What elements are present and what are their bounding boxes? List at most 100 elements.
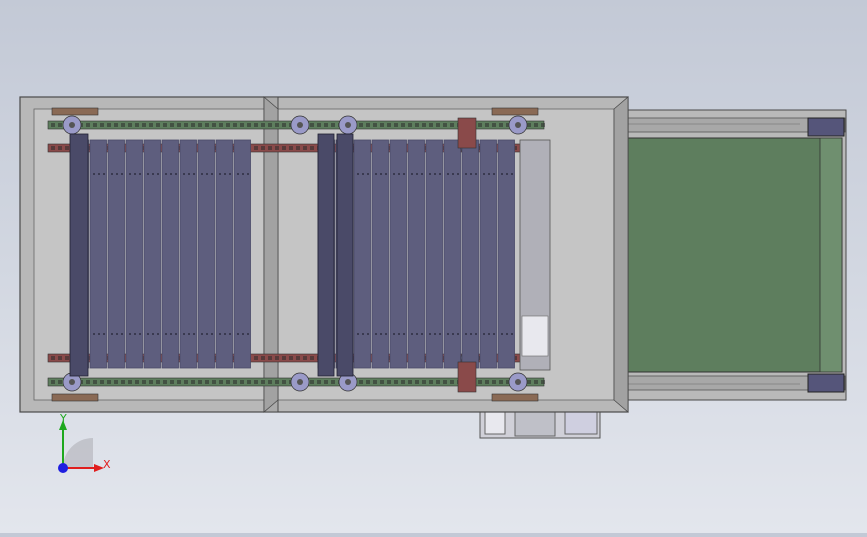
chain-link xyxy=(408,380,412,384)
end-slat xyxy=(69,133,89,377)
chain-link xyxy=(268,380,272,384)
slat-hole xyxy=(393,333,395,335)
slat-hole xyxy=(247,333,249,335)
slat-hole xyxy=(367,333,369,335)
chain-link xyxy=(485,123,489,127)
chain-link xyxy=(534,123,538,127)
slat-hole xyxy=(380,333,382,335)
slat-hole xyxy=(165,173,167,175)
chain-link xyxy=(275,146,279,150)
chain-link xyxy=(527,123,531,127)
chain-link xyxy=(219,123,223,127)
chain-link xyxy=(443,380,447,384)
chain-link xyxy=(163,380,167,384)
chain-link xyxy=(51,380,55,384)
slat-hole xyxy=(439,333,441,335)
chain-link xyxy=(107,380,111,384)
sprocket-hub xyxy=(345,379,351,385)
chain-link xyxy=(282,356,286,360)
chain-link xyxy=(58,146,62,150)
cad-viewport[interactable]: Y X xyxy=(0,0,867,533)
slat-hole xyxy=(362,333,364,335)
slat-hole xyxy=(134,333,136,335)
chain-link xyxy=(205,123,209,127)
slat-hole xyxy=(147,173,149,175)
slat-hole xyxy=(175,173,177,175)
chain-link xyxy=(247,380,251,384)
slat-hole xyxy=(121,333,123,335)
slat-hole xyxy=(183,333,185,335)
chain-link xyxy=(93,123,97,127)
slat-hole xyxy=(170,333,172,335)
slat-hole xyxy=(237,173,239,175)
slat-hole xyxy=(483,333,485,335)
chain-link xyxy=(100,123,104,127)
slat-hole xyxy=(152,333,154,335)
slat-hole xyxy=(211,173,213,175)
chain-link xyxy=(317,380,321,384)
slat-hole xyxy=(147,333,149,335)
chain-link xyxy=(121,380,125,384)
coordinate-triad-icon xyxy=(58,420,104,473)
chain-link xyxy=(310,146,314,150)
chain-link xyxy=(191,380,195,384)
slat-hole xyxy=(452,333,454,335)
slat-hole xyxy=(429,333,431,335)
slat-hole xyxy=(129,333,131,335)
chain-link xyxy=(380,380,384,384)
slat-hole xyxy=(219,333,221,335)
slat-hole xyxy=(362,173,364,175)
slat-hole xyxy=(488,333,490,335)
chain-link xyxy=(303,356,307,360)
chain-link xyxy=(233,380,237,384)
slat-hole xyxy=(188,333,190,335)
chain-link xyxy=(429,123,433,127)
chain-link xyxy=(275,123,279,127)
side-guard xyxy=(519,139,551,371)
slat-hole xyxy=(470,333,472,335)
slat-hole xyxy=(416,333,418,335)
chain-link xyxy=(226,123,230,127)
chain-link xyxy=(408,123,412,127)
chain-link xyxy=(499,123,503,127)
chain-link xyxy=(324,123,328,127)
sprocket-hub xyxy=(345,122,351,128)
conveyor-assembly-view[interactable]: Y X xyxy=(0,0,867,533)
chain-link xyxy=(478,123,482,127)
slat-hole xyxy=(393,173,395,175)
slat-hole xyxy=(224,173,226,175)
slat-hole xyxy=(367,173,369,175)
chain-link xyxy=(135,380,139,384)
slat-hole xyxy=(247,173,249,175)
slat-hole xyxy=(429,173,431,175)
chain-link xyxy=(254,146,258,150)
chain-link xyxy=(450,123,454,127)
chain-link xyxy=(149,123,153,127)
chain-link xyxy=(422,380,426,384)
chain-link xyxy=(436,380,440,384)
slat-hole xyxy=(111,173,113,175)
slat-hole xyxy=(116,333,118,335)
slat-hole xyxy=(465,173,467,175)
chain-link xyxy=(282,380,286,384)
slat-hole xyxy=(457,173,459,175)
chain-link xyxy=(184,380,188,384)
slat-hole xyxy=(447,173,449,175)
chain-link xyxy=(107,123,111,127)
slat-hole xyxy=(501,173,503,175)
slat-hole xyxy=(229,173,231,175)
slat-hole xyxy=(98,333,100,335)
chain-link xyxy=(289,146,293,150)
chain-link xyxy=(191,123,195,127)
chain-link xyxy=(387,123,391,127)
chain-link xyxy=(282,146,286,150)
chain-link xyxy=(240,123,244,127)
chain-link xyxy=(100,380,104,384)
chain-link xyxy=(310,123,314,127)
chain-link xyxy=(310,380,314,384)
chain-link xyxy=(198,123,202,127)
slat-hole xyxy=(201,173,203,175)
chain-link xyxy=(289,356,293,360)
slat-hole xyxy=(211,333,213,335)
end-slat xyxy=(336,133,354,377)
